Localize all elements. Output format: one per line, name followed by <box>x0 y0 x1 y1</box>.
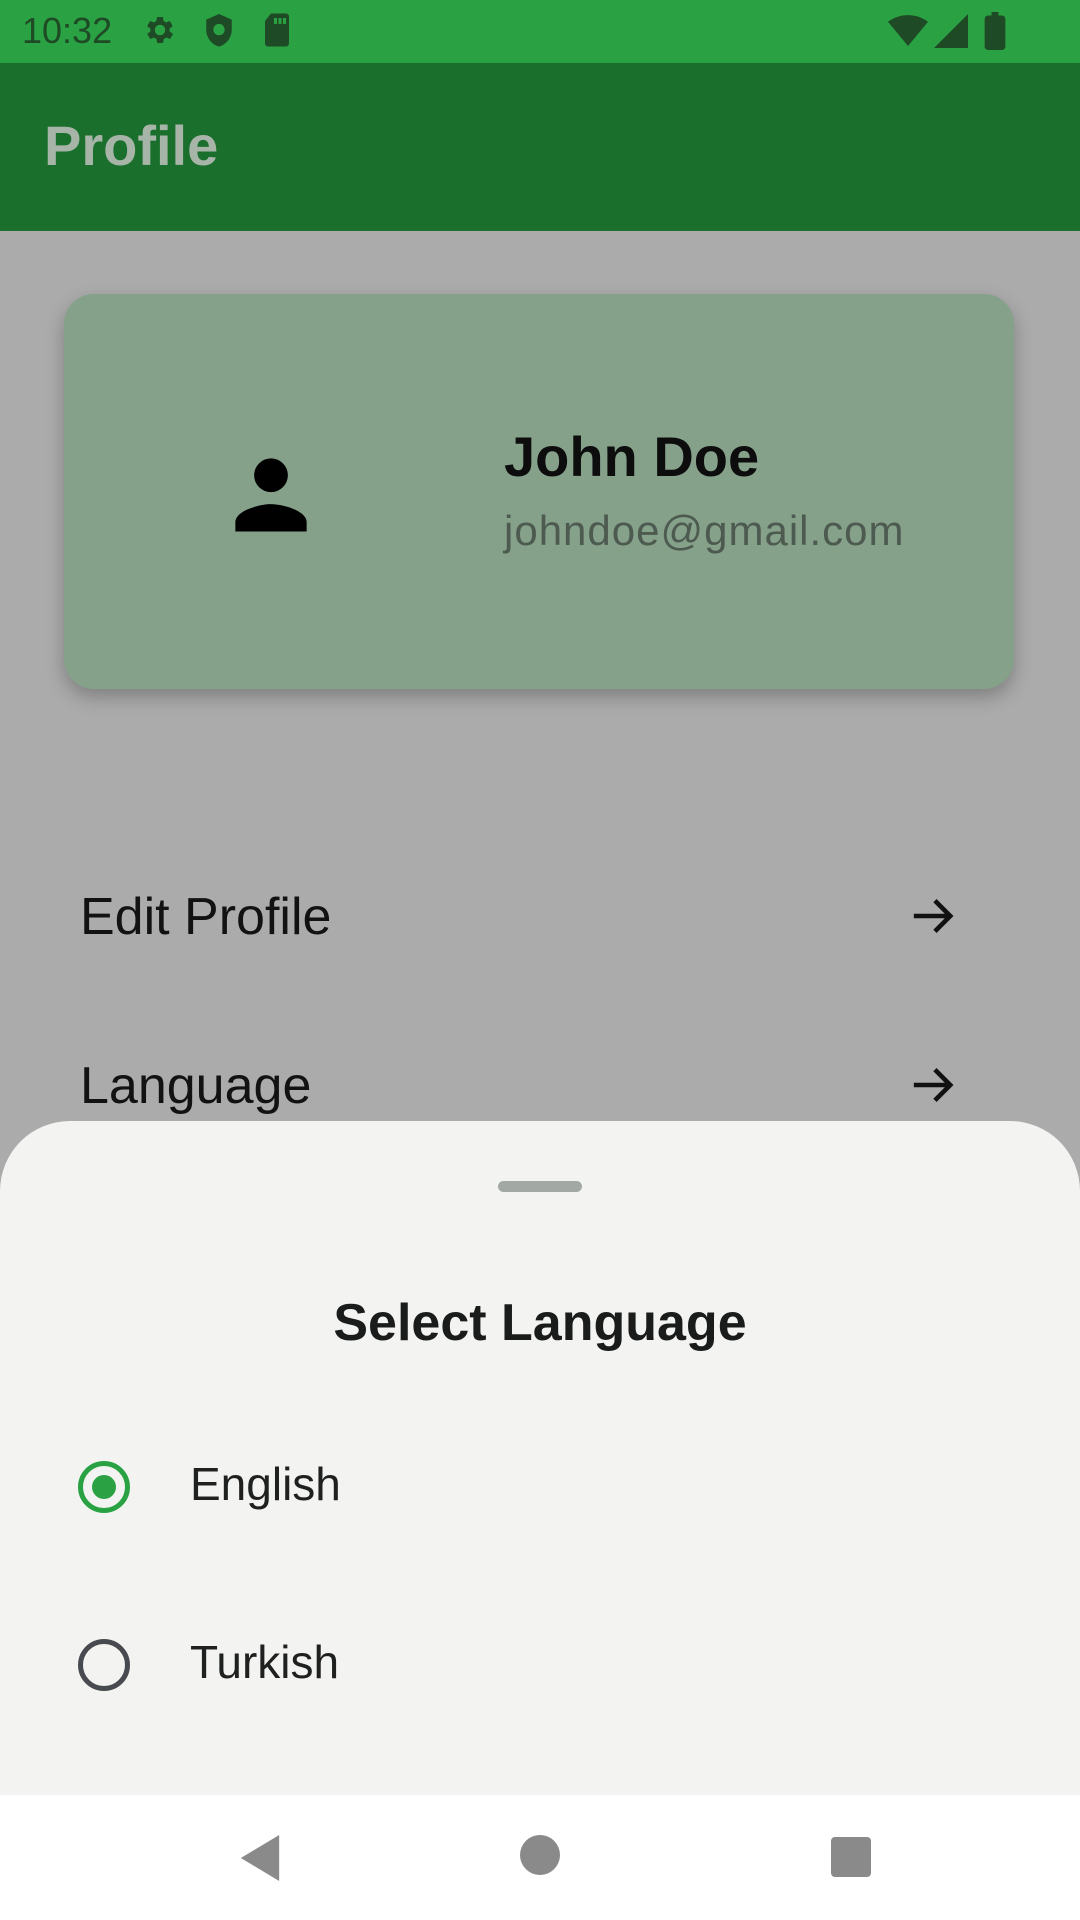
sd-card-icon <box>262 12 292 53</box>
language-option-label: Turkish <box>190 1636 340 1688</box>
sheet-title: Select Language <box>333 1294 747 1352</box>
language-option-turkish[interactable]: Turkish <box>0 1636 1080 1789</box>
menu-item-label: Edit Profile <box>80 888 332 946</box>
menu-item-label: Language <box>80 1057 312 1115</box>
status-time: 10:32 <box>22 10 113 51</box>
home-icon[interactable] <box>520 1835 560 1880</box>
back-icon[interactable] <box>240 1835 280 1886</box>
recents-icon[interactable] <box>831 1837 871 1882</box>
arrow-right-icon <box>910 893 956 939</box>
drag-handle[interactable] <box>498 1181 582 1192</box>
radio-button-unchecked[interactable] <box>78 1639 130 1691</box>
profile-email: johndoe@gmail.com <box>504 507 905 554</box>
radio-button-checked[interactable] <box>78 1461 130 1513</box>
page-title: Profile <box>44 114 219 177</box>
person-icon <box>226 449 316 539</box>
profile-name: John Doe <box>504 425 760 488</box>
arrow-right-icon <box>910 1062 956 1108</box>
shield-icon <box>202 12 236 55</box>
status-bar: 10:32 <box>0 0 1080 63</box>
signal-icon <box>934 14 968 53</box>
app-bar: Profile <box>0 63 1080 231</box>
wifi-icon <box>888 14 928 53</box>
menu-item-edit-profile[interactable]: Edit Profile <box>0 841 1080 991</box>
system-nav-bar <box>0 1795 1080 1920</box>
language-bottom-sheet: Select Language English Turkish <box>0 1121 1080 1795</box>
language-option-english[interactable]: English <box>0 1458 1080 1611</box>
battery-icon <box>984 12 1006 55</box>
gear-icon <box>142 12 178 53</box>
language-option-label: English <box>190 1458 341 1510</box>
profile-card: John Doe johndoe@gmail.com <box>64 294 1014 689</box>
